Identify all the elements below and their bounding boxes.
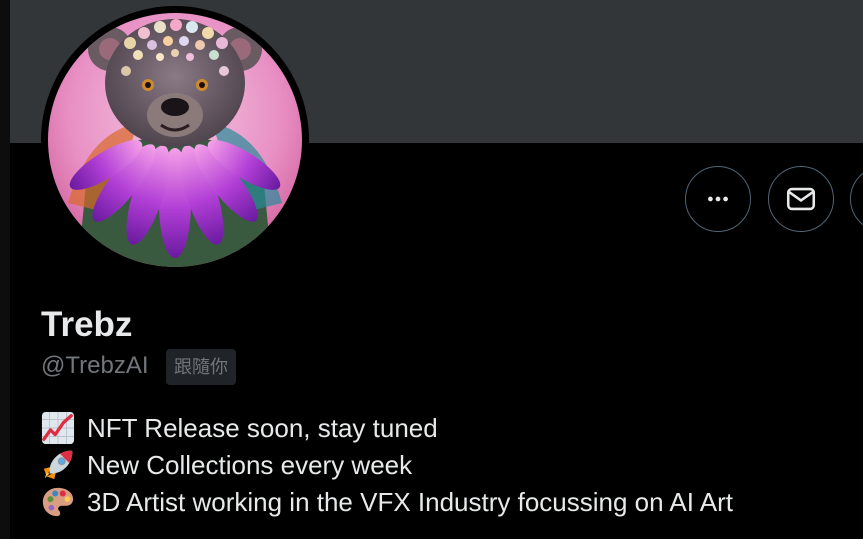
rocket-icon [41,448,77,484]
artist-palette-icon [41,485,77,521]
message-button[interactable] [768,166,834,232]
profile-page: Trebz @TrebzAI 跟隨你 NFT Release soon, sta… [0,0,863,539]
avatar-image [48,13,302,267]
bio-line-text: 3D Artist working in the VFX Industry fo… [87,487,733,517]
profile-bio: NFT Release soon, stay tuned New Collect… [41,410,856,521]
left-column-divider [0,0,10,539]
avatar[interactable] [48,13,302,267]
envelope-icon [786,187,816,211]
chart-increasing-icon [41,411,77,447]
bio-line-text: New Collections every week [87,450,413,480]
more-horizontal-icon [708,196,728,202]
bio-line-text: NFT Release soon, stay tuned [87,413,438,443]
bio-line: 3D Artist working in the VFX Industry fo… [41,484,856,521]
bio-line: NFT Release soon, stay tuned [41,410,856,447]
notifications-button[interactable] [850,166,863,232]
follows-you-badge: 跟隨你 [166,349,236,385]
bio-line: New Collections every week [41,447,856,484]
more-options-button[interactable] [685,166,751,232]
display-name: Trebz [41,305,133,344]
user-handle: @TrebzAI [41,352,149,379]
